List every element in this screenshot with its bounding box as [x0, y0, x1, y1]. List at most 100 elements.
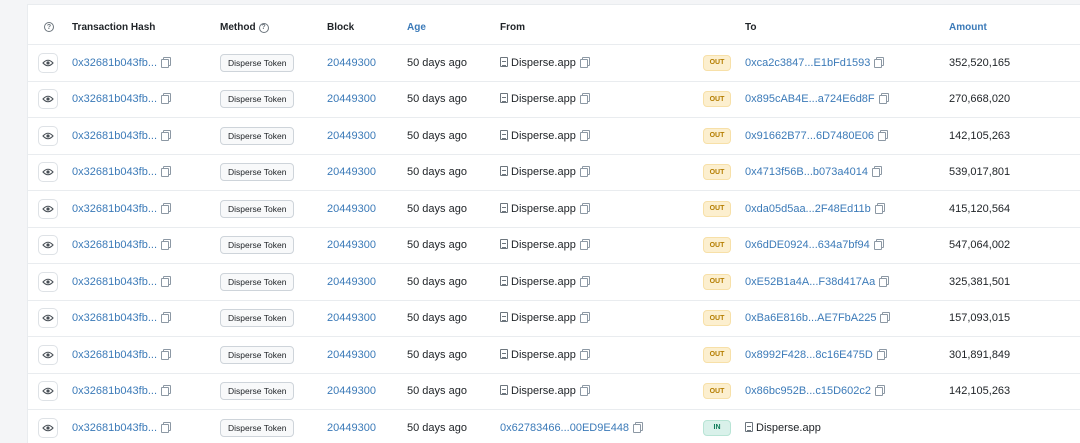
from-address[interactable]: Disperse.app [500, 166, 590, 178]
copy-icon[interactable] [161, 239, 172, 251]
block-link[interactable]: 20449300 [327, 349, 376, 361]
copy-icon[interactable] [579, 202, 590, 214]
copy-icon[interactable] [874, 385, 885, 397]
view-details-button[interactable] [38, 344, 58, 365]
view-details-button[interactable] [38, 381, 58, 402]
copy-icon[interactable] [161, 129, 172, 141]
copy-icon[interactable] [579, 312, 590, 324]
copy-icon[interactable] [633, 421, 644, 433]
from-address[interactable]: Disperse.app [500, 275, 590, 288]
copy-icon[interactable] [579, 56, 590, 68]
view-details-button[interactable] [38, 52, 58, 73]
copy-icon[interactable] [161, 202, 172, 214]
copy-icon[interactable] [874, 202, 885, 214]
copy-icon[interactable] [579, 239, 590, 251]
copy-icon[interactable] [161, 56, 172, 68]
from-address[interactable]: Disperse.app [500, 93, 590, 105]
view-details-button[interactable] [38, 89, 58, 110]
copy-icon[interactable] [878, 93, 889, 105]
copy-icon[interactable] [874, 56, 885, 68]
copy-icon[interactable] [161, 312, 172, 324]
age-text: 50 days ago [407, 93, 467, 106]
to-address[interactable]: 0x895cAB4E...a724E6d8F [745, 93, 889, 105]
view-details-button[interactable] [38, 308, 58, 329]
to-address[interactable]: 0xBa6E816b...AE7FbA225 [745, 312, 891, 324]
method-badge: Disperse Token [220, 199, 295, 218]
block-link[interactable]: 20449300 [327, 276, 376, 288]
block-link[interactable]: 20449300 [327, 312, 376, 324]
to-address[interactable]: 0xda05d5aa...2F48Ed11b [745, 202, 885, 215]
to-address[interactable]: 0xca2c3847...E1bFd1593 [745, 56, 885, 69]
copy-icon[interactable] [878, 129, 889, 141]
question-icon[interactable]: ? [258, 22, 269, 33]
copy-icon[interactable] [579, 275, 590, 287]
transaction-hash-link[interactable]: 0x32681b043fb... [72, 166, 172, 178]
transaction-hash-link[interactable]: 0x32681b043fb... [72, 312, 172, 324]
direction-badge: IN [703, 419, 731, 436]
copy-icon[interactable] [871, 166, 882, 178]
transaction-hash-link[interactable]: 0x32681b043fb... [72, 129, 172, 142]
to-address[interactable]: 0x86bc952B...c15D602c2 [745, 385, 885, 397]
header-age[interactable]: Age [407, 22, 426, 33]
eye-icon [42, 168, 54, 176]
block-link[interactable]: 20449300 [327, 57, 376, 69]
transaction-hash-link[interactable]: 0x32681b043fb... [72, 202, 172, 215]
to-address[interactable]: 0x8992F428...8c16E475D [745, 348, 887, 361]
to-address[interactable]: 0x4713f56B...b073a4014 [745, 166, 882, 178]
contract-icon [500, 275, 508, 286]
block-link[interactable]: 20449300 [327, 385, 376, 397]
from-address[interactable]: Disperse.app [500, 385, 590, 397]
view-details-button[interactable] [38, 198, 58, 219]
help-column-header[interactable]: ? [44, 22, 54, 32]
to-address[interactable]: 0xE52B1a4A...F38d417Aa [745, 275, 890, 288]
copy-icon[interactable] [876, 348, 887, 360]
copy-icon[interactable] [161, 166, 172, 178]
contract-icon [500, 166, 508, 177]
block-link[interactable]: 20449300 [327, 203, 376, 215]
from-address[interactable]: Disperse.app [500, 202, 590, 215]
from-address[interactable]: Disperse.app [500, 239, 590, 251]
block-link[interactable]: 20449300 [327, 239, 376, 251]
copy-icon[interactable] [579, 348, 590, 360]
from-address[interactable]: Disperse.app [500, 129, 590, 142]
transaction-hash-link[interactable]: 0x32681b043fb... [72, 421, 172, 434]
copy-icon[interactable] [879, 275, 890, 287]
copy-icon[interactable] [579, 385, 590, 397]
block-link[interactable]: 20449300 [327, 166, 376, 178]
copy-icon[interactable] [161, 275, 172, 287]
from-address[interactable]: Disperse.app [500, 312, 590, 324]
copy-icon[interactable] [579, 93, 590, 105]
transaction-hash-link[interactable]: 0x32681b043fb... [72, 275, 172, 288]
copy-icon[interactable] [161, 421, 172, 433]
from-address[interactable]: Disperse.app [500, 348, 590, 361]
copy-icon[interactable] [579, 166, 590, 178]
to-address[interactable]: 0x6dDE0924...634a7bf94 [745, 239, 884, 251]
block-link[interactable]: 20449300 [327, 130, 376, 142]
from-address[interactable]: Disperse.app [500, 56, 590, 69]
view-details-button[interactable] [38, 417, 58, 438]
view-details-button[interactable] [38, 235, 58, 256]
transaction-hash-link[interactable]: 0x32681b043fb... [72, 348, 172, 361]
copy-icon[interactable] [579, 129, 590, 141]
amount-value: 301,891,849 [949, 348, 1011, 361]
copy-icon[interactable] [161, 348, 172, 360]
view-details-button[interactable] [38, 125, 58, 146]
view-details-button[interactable] [38, 271, 58, 292]
amount-value: 157,093,015 [949, 312, 1011, 325]
header-amount[interactable]: Amount [949, 22, 987, 33]
transaction-hash-link[interactable]: 0x32681b043fb... [72, 385, 172, 397]
block-link[interactable]: 20449300 [327, 422, 376, 434]
transaction-hash-link[interactable]: 0x32681b043fb... [72, 239, 172, 251]
view-details-button[interactable] [38, 162, 58, 183]
from-address[interactable]: 0x62783466...00ED9E448 [500, 421, 644, 434]
block-link[interactable]: 20449300 [327, 93, 376, 105]
copy-icon[interactable] [161, 93, 172, 105]
to-address[interactable]: 0x91662B77...6D7480E06 [745, 129, 889, 142]
eye-icon [42, 59, 54, 67]
to-address[interactable]: Disperse.app [745, 421, 821, 434]
copy-icon[interactable] [873, 239, 884, 251]
transaction-hash-link[interactable]: 0x32681b043fb... [72, 93, 172, 105]
copy-icon[interactable] [880, 312, 891, 324]
copy-icon[interactable] [161, 385, 172, 397]
transaction-hash-link[interactable]: 0x32681b043fb... [72, 56, 172, 69]
